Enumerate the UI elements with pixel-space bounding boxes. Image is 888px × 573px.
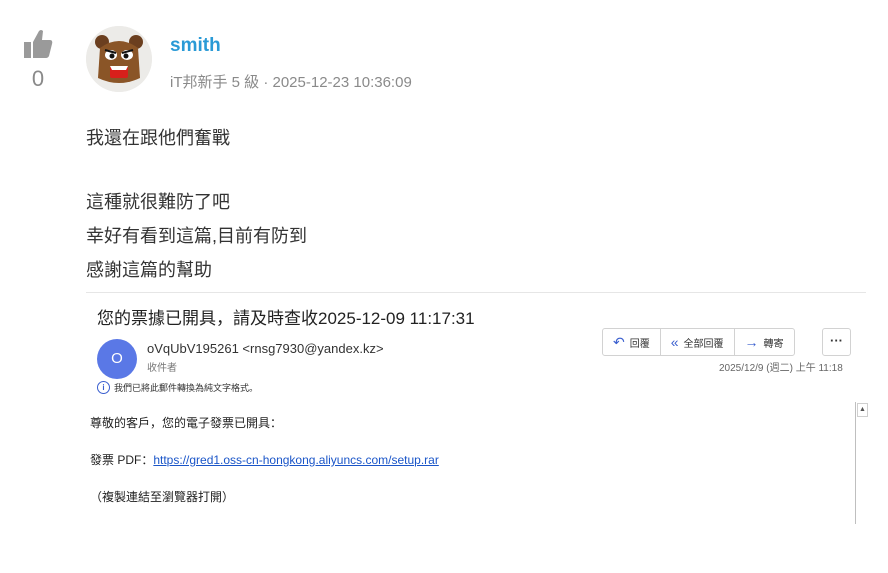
vote-count: 0 (31, 66, 45, 91)
post-body: 我還在跟他們奮戰 這種就很難防了吧 幸好有看到這篇,目前有防到 感謝這篇的幫助 (86, 121, 307, 287)
author-name[interactable]: smith (170, 35, 221, 57)
post-line: 幸好有看到這篇,目前有防到 (86, 226, 307, 246)
avatar[interactable] (86, 26, 152, 92)
recipient-label: 收件者 (147, 363, 177, 374)
reply-all-button[interactable]: « 全部回覆 (661, 329, 735, 355)
info-icon: i (97, 381, 110, 394)
scroll-up-icon[interactable]: ▲ (857, 403, 868, 417)
post-line: 感謝這篇的幫助 (86, 260, 212, 280)
email-subject: 您的票據已開具，請及時查收2025-12-09 11:17:31 (97, 309, 475, 328)
thumbs-up-icon[interactable] (22, 28, 54, 60)
reply-icon: ↶ (613, 333, 625, 350)
email-date: 2025/12/9 (週二) 上午 11:18 (719, 363, 843, 374)
reply-label: 回覆 (629, 338, 650, 350)
divider (86, 292, 866, 293)
email-instruction: （複製連結至瀏覽器打開） (90, 490, 235, 504)
email-body: 尊敬的客戶，您的電子發票已開具： 發票 PDF：https://gred1.os… (90, 414, 439, 505)
forward-label: 轉寄 (763, 338, 784, 350)
reply-all-label: 全部回覆 (683, 338, 724, 350)
forward-icon: → (744, 334, 759, 350)
email-actions: ↶ 回覆 « 全部回覆 → 轉寄 (602, 328, 795, 356)
email-greeting: 尊敬的客戶，您的電子發票已開具： (90, 416, 283, 430)
bear-avatar-icon (86, 26, 152, 92)
invoice-prefix: 發票 PDF： (90, 453, 154, 467)
more-options-button[interactable]: ··· (822, 328, 851, 356)
sender-avatar: O (97, 339, 137, 379)
sender-name[interactable]: oVqUbV195261 <rnsg7930@yandex.kz> (147, 341, 384, 356)
notice-text: 我們已將此郵件轉換為純文字格式。 (114, 383, 259, 393)
reply-button[interactable]: ↶ 回覆 (603, 329, 661, 355)
reply-all-icon: « (670, 334, 679, 350)
post-meta: iT邦新手 5 級 · 2025-12-23 10:36:09 (170, 74, 412, 91)
post-line: 我還在跟他們奮戰 (86, 128, 230, 148)
plain-text-notice: i 我們已將此郵件轉換為純文字格式。 (97, 381, 258, 394)
post-line: 這種就很難防了吧 (86, 192, 230, 212)
forward-button[interactable]: → 轉寄 (735, 329, 794, 355)
invoice-line: 發票 PDF：https://gred1.oss-cn-hongkong.ali… (90, 451, 439, 468)
invoice-link[interactable]: https://gred1.oss-cn-hongkong.aliyuncs.c… (153, 453, 438, 467)
vote-panel: 0 (18, 28, 58, 92)
email-scrollbar[interactable]: ▲ (855, 402, 868, 524)
